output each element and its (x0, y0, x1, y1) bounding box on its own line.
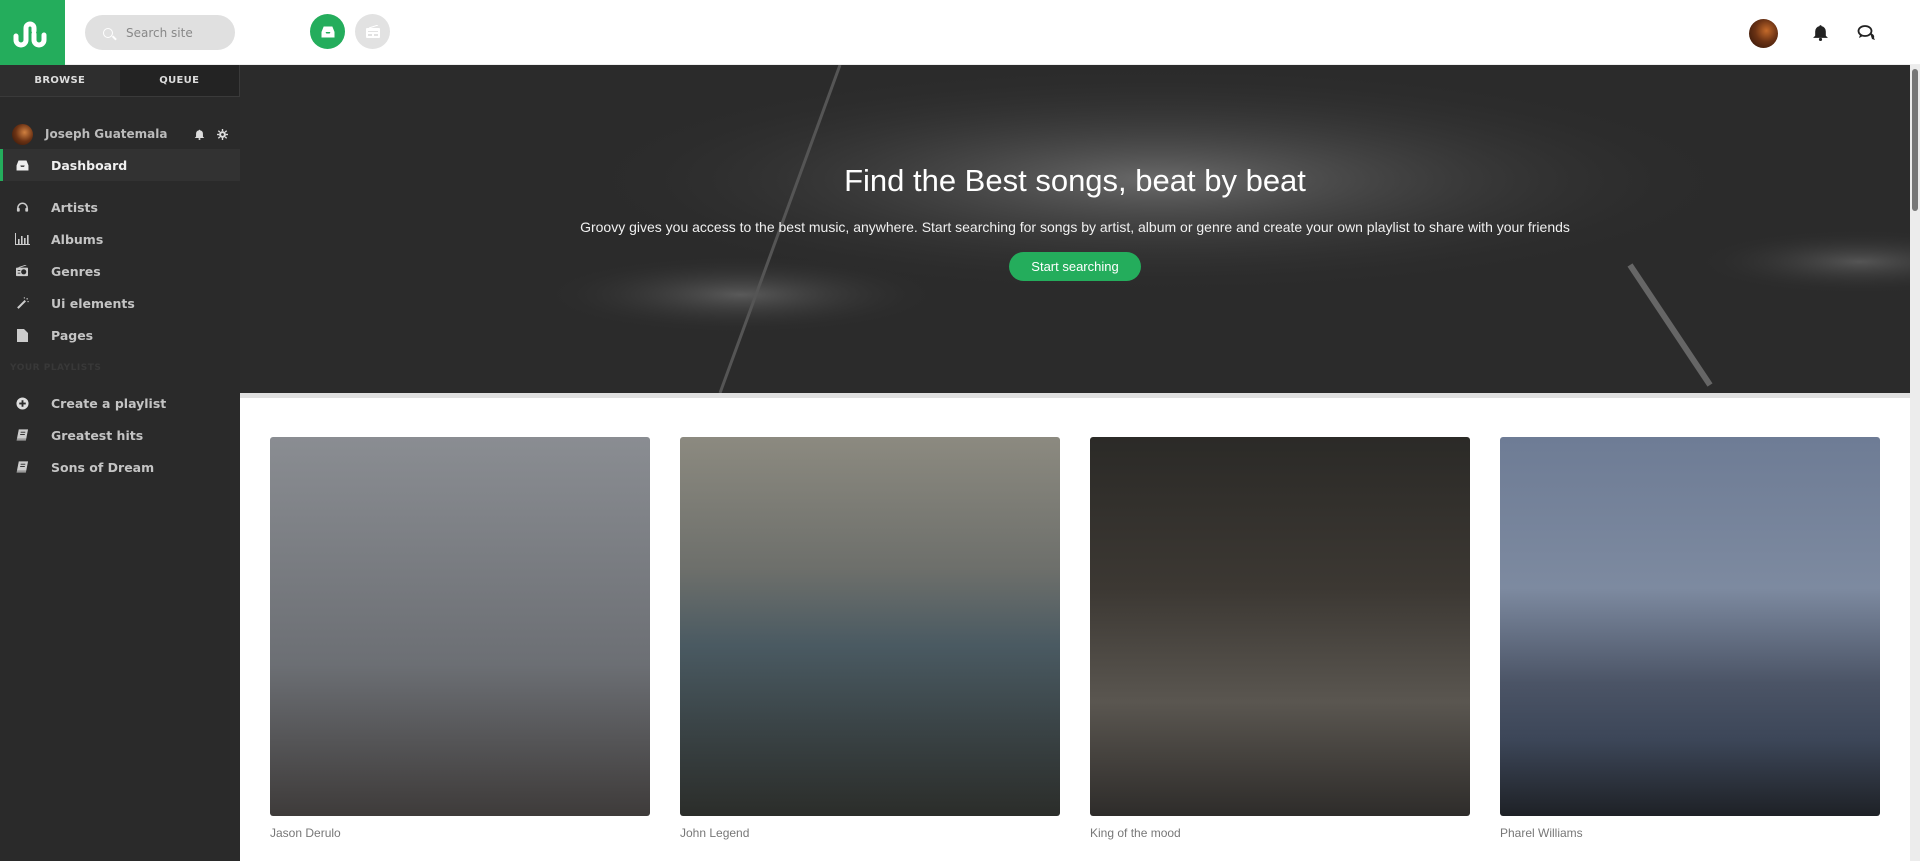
stumbleupon-logo-icon (13, 21, 46, 47)
artist-card[interactable]: Jason Derulo (270, 437, 650, 840)
artist-grid: Jason Derulo John Legend King of the moo… (270, 437, 1880, 840)
hero-divider (240, 393, 1910, 398)
inbox-icon (321, 26, 334, 37)
start-searching-button[interactable]: Start searching (1009, 252, 1141, 281)
artist-card[interactable]: Pharel Williams (1500, 437, 1880, 840)
gear-icon[interactable] (217, 128, 228, 140)
tab-browse[interactable]: BROWSE (0, 65, 120, 96)
inbox-icon (14, 157, 30, 173)
sidebar-item-pages[interactable]: Pages (0, 319, 240, 351)
sidebar-item-ui-elements[interactable]: Ui elements (0, 287, 240, 319)
logo[interactable] (0, 0, 65, 65)
radio-icon (14, 263, 30, 279)
sidebar-item-label: Create a playlist (51, 395, 167, 411)
search-icon (103, 27, 113, 38)
artist-card[interactable]: John Legend (680, 437, 1060, 840)
artist-image[interactable] (1090, 437, 1470, 816)
sidebar-item-label: Albums (51, 231, 104, 247)
top-header (0, 0, 1920, 65)
user-avatar-small (12, 123, 33, 145)
sidebar-item-dashboard[interactable]: Dashboard (0, 149, 240, 181)
sidebar-item-label: Genres (51, 263, 101, 279)
sidebar-item-create-playlist[interactable]: Create a playlist (0, 387, 240, 419)
sidebar-item-label: Artists (51, 199, 98, 215)
plus-circle-icon (14, 395, 30, 411)
main-nav: Dashboard (0, 149, 240, 181)
sidebar: BROWSE QUEUE Joseph Guatemala Dashboard (0, 65, 240, 861)
search-box[interactable] (85, 15, 235, 50)
user-profile[interactable]: Joseph Guatemala (0, 122, 240, 146)
inbox-button[interactable] (310, 14, 345, 49)
sidebar-item-genres[interactable]: Genres (0, 255, 240, 287)
file-icon (14, 327, 30, 343)
artist-image[interactable] (1500, 437, 1880, 816)
sidebar-item-albums[interactable]: Albums (0, 223, 240, 255)
bar-chart-icon (14, 231, 30, 247)
page-scrollbar[interactable] (1910, 65, 1920, 861)
artist-image[interactable] (680, 437, 1060, 816)
playlists-section-label: YOUR PLAYLISTS (10, 363, 102, 373)
bell-icon[interactable] (194, 129, 205, 140)
radio-button[interactable] (355, 14, 390, 49)
sidebar-item-sons-of-dream[interactable]: Sons of Dream (0, 451, 240, 483)
radio-icon (365, 24, 380, 38)
sidebar-item-label: Dashboard (51, 157, 128, 173)
search-input[interactable] (126, 25, 226, 40)
sidebar-tabs: BROWSE QUEUE (0, 65, 240, 97)
bell-icon (1813, 25, 1828, 41)
book-icon (14, 427, 30, 443)
artist-image[interactable] (270, 437, 650, 816)
sidebar-item-label: Pages (51, 327, 94, 343)
messages-button[interactable] (1857, 24, 1876, 45)
artist-name[interactable]: Pharel Williams (1500, 826, 1880, 840)
tab-queue[interactable]: QUEUE (119, 65, 240, 96)
sidebar-item-label: Greatest hits (51, 427, 144, 443)
headphones-icon (14, 199, 30, 215)
hero-banner: Find the Best songs, beat by beat Groovy… (240, 65, 1910, 393)
scrollbar-thumb[interactable] (1912, 69, 1918, 211)
sidebar-item-label: Sons of Dream (51, 459, 155, 475)
book-icon (14, 459, 30, 475)
artist-card[interactable]: King of the mood (1090, 437, 1470, 840)
playlists-nav: Create a playlist Greatest hits Sons of … (0, 387, 240, 483)
user-avatar[interactable] (1749, 19, 1778, 48)
browse-nav: Artists Albums Genres Ui elements Pages (0, 191, 240, 351)
hero-description: Groovy gives you access to the best musi… (580, 219, 1570, 235)
magic-wand-icon (14, 295, 30, 311)
artist-name[interactable]: John Legend (680, 826, 1060, 840)
artist-name[interactable]: Jason Derulo (270, 826, 650, 840)
sidebar-item-label: Ui elements (51, 295, 135, 311)
hero-title: Find the Best songs, beat by beat (844, 163, 1306, 198)
sidebar-item-greatest-hits[interactable]: Greatest hits (0, 419, 240, 451)
sidebar-item-artists[interactable]: Artists (0, 191, 240, 223)
notifications-button[interactable] (1812, 24, 1829, 45)
user-name: Joseph Guatemala (45, 127, 168, 141)
chat-icon (1857, 25, 1875, 40)
artist-name[interactable]: King of the mood (1090, 826, 1470, 840)
